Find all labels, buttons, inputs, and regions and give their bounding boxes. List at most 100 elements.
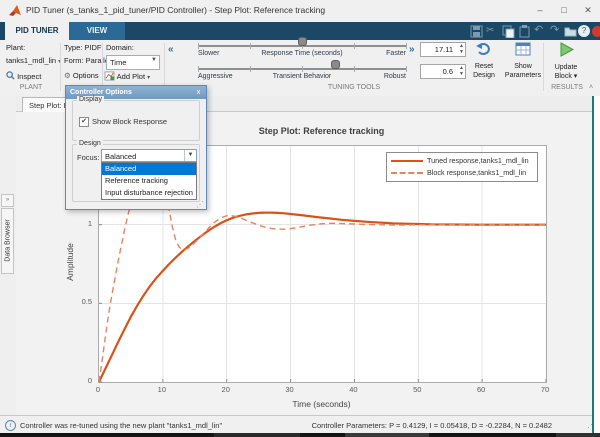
section-results: RESULTS [545, 84, 589, 91]
controller-form: Form: Parallel [64, 56, 111, 65]
title-bar: PID Tuner (s_tanks_1_pid_tuner/PID Contr… [0, 0, 600, 23]
response-time-slider-labels: Slower Response Time (seconds) Faster [198, 50, 406, 58]
focus-option[interactable]: Balanced [102, 163, 196, 175]
reset-undo-icon [476, 42, 492, 56]
x-tick-label: 0 [83, 385, 113, 394]
tab-pid-tuner[interactable]: PID TUNER [5, 22, 69, 40]
domain-label: Domain: [106, 43, 134, 52]
paste-icon[interactable] [518, 25, 531, 38]
slider-tick [406, 43, 407, 49]
design-group-label: Design [77, 140, 103, 147]
collapse-sliders-button[interactable]: « [168, 44, 174, 55]
slider-track[interactable] [198, 68, 406, 70]
y-tick-label: 0 [16, 376, 92, 385]
redo-icon[interactable]: ↷ [550, 23, 563, 36]
spinner-value: 0.6 [443, 67, 453, 76]
status-bar: i Controller was re-tuned using the new … [0, 415, 600, 433]
minimize-ribbon-icon[interactable]: ˄ [589, 84, 593, 91]
add-plot-button[interactable]: Add Plot ▾ [104, 71, 150, 81]
plant-dropdown[interactable]: tanks1_mdl_lin ▾ [6, 56, 61, 65]
pid-tuner-window: PID Tuner (s_tanks_1_pid_tuner/PID Contr… [0, 0, 600, 437]
focus-option[interactable]: Reference tracking [102, 175, 196, 187]
dialog-resize-grip[interactable]: ⋰ [196, 200, 204, 209]
x-axis-label: Time (seconds) [98, 399, 545, 409]
slider-label-center: Transient Behavior [198, 73, 406, 80]
plant-label: Plant: [6, 43, 25, 52]
y-axis-label: Amplitude [65, 217, 75, 307]
cut-icon[interactable]: ✂ [486, 25, 499, 38]
slider-handle[interactable] [331, 60, 340, 69]
help-icon[interactable]: ? [578, 25, 590, 37]
chevron-down-icon: ▾ [147, 75, 150, 81]
info-icon: i [5, 420, 16, 431]
divider [60, 43, 61, 91]
tab-view[interactable]: VIEW [69, 22, 125, 40]
chevron-down-icon: ▼ [151, 57, 157, 63]
legend-entry: Block response,tanks1_mdl_lin [391, 167, 537, 179]
matlab-app-icon [8, 4, 22, 18]
data-browser-label: Data Browser [5, 209, 12, 273]
copy-icon[interactable] [502, 25, 515, 38]
chevron-down-icon[interactable]: ▼ [184, 150, 196, 161]
x-tick-label: 60 [466, 385, 496, 394]
response-time-spinner[interactable]: 17.11 ▲▼ [420, 42, 466, 57]
slider-label-center: Response Time (seconds) [198, 50, 406, 57]
focus-label: Focus: [77, 153, 100, 162]
parameters-table-icon [515, 42, 531, 56]
domain-combo[interactable]: Time ▼ [106, 55, 160, 70]
gear-icon: ⚙ [64, 71, 71, 80]
slider-tick [250, 66, 251, 72]
data-browser-tab[interactable]: Data Browser [1, 208, 14, 274]
save-icon[interactable] [470, 25, 483, 38]
spinner-value: 17.11 [435, 45, 453, 54]
undo-icon[interactable]: ↶ [534, 23, 547, 36]
y-tick-label: 1 [16, 219, 92, 228]
section-tuning-tools: TUNING TOOLS [166, 84, 542, 91]
x-tick-label: 10 [147, 385, 177, 394]
controller-type: Type: PIDF [64, 43, 102, 52]
legend-entry: Tuned response,tanks1_mdl_lin [391, 155, 537, 167]
x-tick-label: 30 [275, 385, 305, 394]
show-block-response-label[interactable]: Show Block Response [92, 117, 167, 126]
focus-option[interactable]: Input disturbance rejection [102, 187, 196, 199]
slider-tick [198, 43, 199, 49]
legend[interactable]: Tuned response,tanks1_mdl_lin Block respo… [386, 152, 538, 182]
transient-spinner[interactable]: 0.6 ▲▼ [420, 64, 466, 79]
controller-options-dialog[interactable]: Controller Options x Display ✔ Show Bloc… [65, 85, 207, 210]
controller-parameters: Controller Parameters: P = 0.4129, I = 0… [312, 421, 552, 430]
taskbar-sliver [0, 433, 600, 437]
slider-label-right: Faster [386, 50, 406, 57]
slider-tick [302, 66, 303, 72]
folder-icon[interactable] [564, 25, 577, 38]
close-button[interactable]: ✕ [576, 0, 600, 21]
slider-tick [406, 66, 407, 72]
dialog-close-icon[interactable]: x [193, 86, 204, 99]
legend-line-sample [391, 160, 423, 162]
desktop-gap [594, 96, 600, 433]
x-tick-label: 50 [402, 385, 432, 394]
minimize-button[interactable]: – [528, 0, 552, 21]
legend-label: Tuned response,tanks1_mdl_lin [427, 156, 529, 165]
update-play-icon [559, 42, 574, 57]
maximize-button[interactable]: □ [552, 0, 576, 21]
transient-behavior-slider-labels: Aggressive Transient Behavior Robust [198, 73, 406, 81]
slider-tick [354, 66, 355, 72]
inspect-button[interactable]: Inspect [6, 71, 41, 81]
expand-sliders-button[interactable]: » [409, 44, 415, 55]
focus-value: Balanced [105, 152, 136, 161]
show-block-response-checkbox[interactable]: ✔ [79, 117, 89, 127]
x-tick-label: 40 [338, 385, 368, 394]
slider-tick [354, 43, 355, 49]
divider [164, 43, 165, 91]
expand-data-browser-button[interactable]: » [1, 194, 14, 207]
slider-handle[interactable] [298, 37, 307, 46]
status-message: Controller was re-tuned using the new pl… [20, 421, 222, 430]
data-browser-strip: » Data Browser [0, 96, 16, 415]
window-title: PID Tuner (s_tanks_1_pid_tuner/PID Contr… [26, 5, 325, 15]
focus-combobox[interactable]: Balanced ▼ [101, 149, 197, 162]
focus-dropdown-list[interactable]: BalancedReference trackingInput disturba… [101, 162, 197, 200]
options-button[interactable]: ⚙ Options [64, 71, 99, 80]
y-tick-label: 0.5 [16, 297, 92, 306]
mathworks-icon[interactable] [592, 26, 600, 37]
divider [543, 43, 544, 91]
